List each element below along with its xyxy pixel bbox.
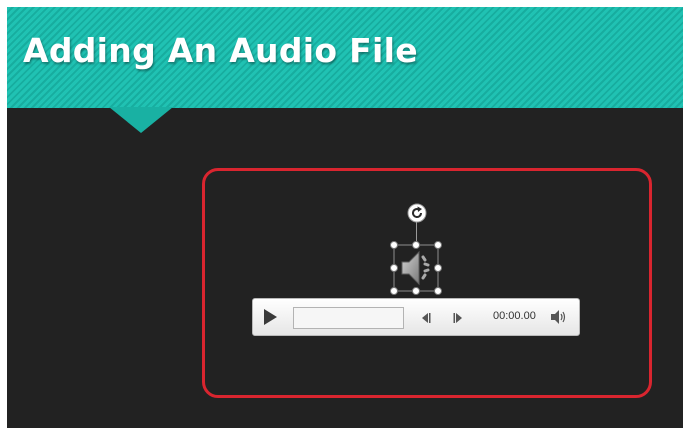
rotate-handle-icon[interactable]	[407, 203, 427, 223]
audio-player-bar: 00:00.00	[252, 298, 580, 336]
resize-handle-left[interactable]	[390, 264, 398, 272]
skip-back-icon[interactable]	[419, 311, 431, 323]
resize-handle-bottom-left[interactable]	[390, 287, 398, 295]
resize-handle-bottom[interactable]	[412, 287, 420, 295]
elapsed-time: 00:00.00	[493, 310, 536, 322]
resize-handle-bottom-right[interactable]	[434, 287, 442, 295]
volume-icon[interactable]	[550, 309, 568, 325]
progress-bar[interactable]	[293, 307, 404, 329]
audio-clip-object[interactable]	[390, 241, 442, 295]
resize-handle-top-right[interactable]	[434, 241, 442, 249]
resize-handle-top[interactable]	[412, 241, 420, 249]
resize-handle-right[interactable]	[434, 264, 442, 272]
skip-forward-icon[interactable]	[453, 311, 465, 323]
banner-notch	[109, 107, 173, 133]
resize-handle-top-left[interactable]	[390, 241, 398, 249]
play-icon[interactable]	[261, 308, 279, 326]
rotate-connector	[416, 222, 417, 242]
slide-title: Adding An Audio File	[23, 31, 418, 70]
